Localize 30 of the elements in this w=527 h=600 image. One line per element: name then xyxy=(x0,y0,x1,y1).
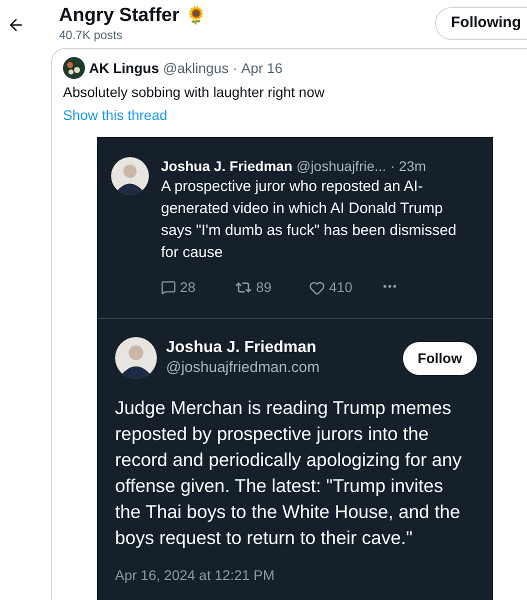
back-icon[interactable] xyxy=(7,16,25,34)
post-count: 40.7K posts xyxy=(59,28,124,43)
post-text: Judge Merchan is reading Trump memes reposted by prospective jurors into the record and periodically apologizing for any offense given. The latest: "Trump invites the Thai boys to the White House, and the boys request to return to their cave." xyxy=(115,396,463,550)
repost-count[interactable]: 89 xyxy=(235,277,309,298)
follow-button[interactable]: Follow xyxy=(402,342,477,374)
like-count[interactable]: 410 xyxy=(309,277,383,298)
show-thread-link[interactable]: Show this thread xyxy=(63,105,168,126)
reply-text: A prospective juror who reposted an AI-generated video in which AI Donald Trump says "I'm dumb as fuck" has been dismissed for cause xyxy=(161,177,458,263)
avatar-figure xyxy=(115,337,157,379)
author-handle: @joshuajfrie... xyxy=(296,157,386,175)
sunflower-icon: 🌻 xyxy=(185,6,206,26)
profile-title: Angry Staffer xyxy=(59,4,180,28)
author-name: AK Lingus xyxy=(89,58,159,78)
author-name: Joshua J. Friedman xyxy=(166,338,318,358)
heart-icon xyxy=(309,280,325,296)
more-icon[interactable]: ••• xyxy=(383,279,398,296)
separator-dot: · xyxy=(390,157,395,175)
author-name: Joshua J. Friedman xyxy=(161,157,292,175)
post-time: 23m xyxy=(398,157,426,175)
reply-count[interactable]: 28 xyxy=(161,277,235,298)
post-timestamp: Apr 16, 2024 at 12:21 PM xyxy=(115,566,276,585)
quote-text: Absolutely sobbing with laughter right now xyxy=(63,83,326,101)
author-handle: @joshuajfriedman.com xyxy=(166,358,320,378)
avatar-icon xyxy=(63,57,85,79)
following-button[interactable]: Following xyxy=(435,7,527,40)
avatar-figure xyxy=(111,157,149,195)
separator-dot: · xyxy=(232,58,238,78)
reply-icon xyxy=(161,280,176,295)
author-handle: @aklingus xyxy=(163,58,229,78)
post-time: Apr 16 xyxy=(241,58,282,78)
